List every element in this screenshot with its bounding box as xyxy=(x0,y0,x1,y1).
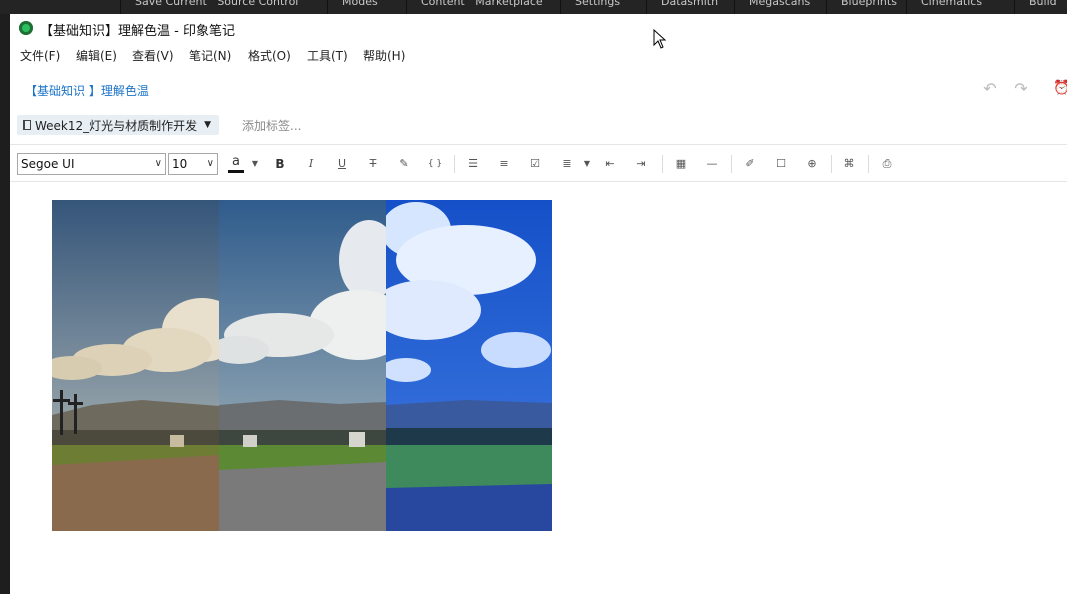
toolbar-divider xyxy=(868,155,869,173)
numbered-list-icon[interactable]: ≡ xyxy=(495,155,513,173)
reminder-icon[interactable]: ⏰ xyxy=(1053,80,1067,98)
print-icon[interactable]: ⎙ xyxy=(878,155,896,173)
bg-toolbar-item[interactable]: Save Current Source Control xyxy=(120,0,310,14)
menu-edit[interactable]: 编辑(E) xyxy=(76,47,117,64)
underline-button[interactable]: U xyxy=(333,155,351,173)
notebook-icon xyxy=(23,120,31,130)
background-app-panel xyxy=(0,14,10,594)
title-bar[interactable]: 【基础知识】理解色温 - 印象笔记 xyxy=(10,14,1067,42)
menu-tools[interactable]: 工具(T) xyxy=(307,47,348,64)
outdent-icon[interactable]: ⇤ xyxy=(601,155,619,173)
toolbar-divider xyxy=(454,155,455,173)
cool-panel xyxy=(386,200,552,531)
menu-note[interactable]: 笔记(N) xyxy=(189,47,231,64)
evernote-note-window: 【基础知识】理解色温 - 印象笔记 文件(F) 编辑(E) 查看(V) 笔记(N… xyxy=(10,14,1067,594)
text-color-dropdown-icon[interactable]: ▼ xyxy=(246,155,264,173)
neutral-panel xyxy=(219,200,386,531)
bg-toolbar-item[interactable]: Blueprints xyxy=(826,0,912,14)
menu-format[interactable]: 格式(O) xyxy=(248,47,291,64)
font-family-value: Segoe UI xyxy=(21,157,75,171)
redo-icon[interactable]: ↷ xyxy=(1012,80,1030,98)
toolbar-divider xyxy=(831,155,832,173)
bold-button[interactable]: B xyxy=(271,155,289,173)
bg-toolbar-item[interactable]: Datasmith xyxy=(646,0,732,14)
attachment-icon[interactable]: ✐ xyxy=(741,155,759,173)
chevron-down-icon: ∨ xyxy=(154,158,162,169)
bulleted-list-icon[interactable]: ☰ xyxy=(464,155,482,173)
notebook-name: Week12_灯光与材质制作开发 xyxy=(35,118,198,133)
align-dropdown-icon[interactable]: ▼ xyxy=(578,155,596,173)
align-icon[interactable]: ≣ xyxy=(558,155,576,173)
chevron-down-icon: ▼ xyxy=(204,120,212,130)
audio-record-icon[interactable]: ☐ xyxy=(772,155,790,173)
bg-toolbar-item[interactable]: Modes xyxy=(327,0,405,14)
color-temperature-image[interactable] xyxy=(52,200,552,531)
toolbar-divider xyxy=(731,155,732,173)
shortcut-command-icon[interactable]: ⌘ xyxy=(840,155,858,173)
bg-toolbar-item[interactable]: Content Marketplace xyxy=(406,0,554,14)
note-title[interactable]: 【基础知识 】理解色温 xyxy=(25,82,149,99)
undo-icon[interactable]: ↶ xyxy=(981,80,999,98)
background-app-toolbar: Save Current Source Control Modes Conten… xyxy=(0,0,1067,15)
chevron-down-icon: ∨ xyxy=(206,158,214,169)
menu-file[interactable]: 文件(F) xyxy=(20,47,60,64)
formatting-toolbar: Segoe UI ∨ 10 ∨ a ▼ B I U T ✎ { } ☰ ≡ ☑ … xyxy=(10,144,1067,182)
bg-toolbar-item[interactable]: Cinematics xyxy=(906,0,1006,14)
menu-help[interactable]: 帮助(H) xyxy=(363,47,405,64)
indent-icon[interactable]: ⇥ xyxy=(632,155,650,173)
bg-toolbar-item[interactable]: Build xyxy=(1014,0,1067,14)
bg-toolbar-item[interactable]: Settings xyxy=(560,0,640,14)
highlighter-icon[interactable]: ✎ xyxy=(395,155,413,173)
checkbox-icon[interactable]: ☑ xyxy=(526,155,544,173)
font-family-select[interactable]: Segoe UI ∨ xyxy=(17,153,166,175)
table-icon[interactable]: ▦ xyxy=(672,155,690,173)
font-size-value: 10 xyxy=(172,157,188,171)
italic-button[interactable]: I xyxy=(302,155,320,173)
mouse-cursor-icon xyxy=(653,29,667,49)
text-color-button[interactable]: a xyxy=(228,154,244,174)
notebook-selector[interactable]: Week12_灯光与材质制作开发 ▼ xyxy=(17,115,220,135)
add-tag-input[interactable]: 添加标签... xyxy=(242,117,301,134)
strikethrough-button[interactable]: T xyxy=(364,155,382,173)
warm-panel xyxy=(52,200,219,531)
font-size-select[interactable]: 10 ∨ xyxy=(168,153,218,175)
window-title: 【基础知识】理解色温 - 印象笔记 xyxy=(40,24,235,39)
link-icon[interactable]: ⊕ xyxy=(803,155,821,173)
toolbar-divider xyxy=(662,155,663,173)
evernote-logo-icon xyxy=(19,21,33,35)
code-block-button[interactable]: { } xyxy=(426,155,444,173)
bg-toolbar-item[interactable]: Megascans xyxy=(734,0,824,14)
menu-view[interactable]: 查看(V) xyxy=(132,47,174,64)
horizontal-rule-icon[interactable]: — xyxy=(703,155,721,173)
